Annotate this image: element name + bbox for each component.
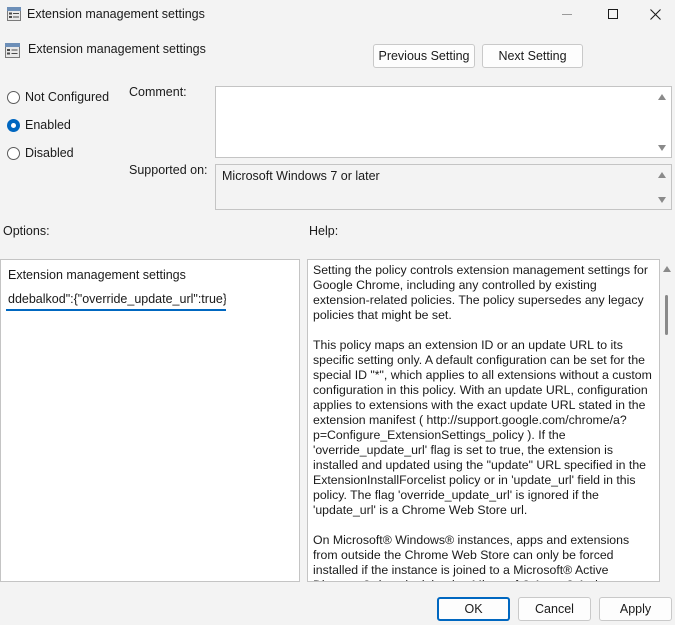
- radio-circle[interactable]: [7, 90, 20, 104]
- help-scrollbar[interactable]: [660, 259, 674, 582]
- supported-on-value: Microsoft Windows 7 or later: [222, 169, 380, 183]
- radio-not-configured[interactable]: Not Configured: [7, 90, 109, 104]
- scroll-down-icon[interactable]: [658, 145, 666, 151]
- help-paragraph: On Microsoft® Windows® instances, apps a…: [313, 533, 630, 581]
- help-text: Setting the policy controls extension ma…: [313, 263, 656, 581]
- radio-circle[interactable]: [7, 118, 20, 132]
- scrollbar-thumb[interactable]: [665, 295, 668, 335]
- minimize-icon: [562, 13, 572, 15]
- radio-enabled[interactable]: Enabled: [7, 118, 71, 132]
- maximize-icon: [608, 9, 618, 19]
- radio-circle[interactable]: [7, 146, 20, 160]
- options-pane-title: Extension management settings: [8, 268, 186, 282]
- maximize-button[interactable]: [590, 0, 636, 28]
- radio-label: Enabled: [25, 118, 71, 132]
- radio-label: Not Configured: [25, 90, 110, 104]
- ok-button[interactable]: OK: [437, 597, 510, 621]
- comment-label: Comment:: [129, 85, 187, 99]
- help-paragraph: Setting the policy controls extension ma…: [313, 263, 648, 322]
- setting-title: Extension management settings: [28, 42, 206, 56]
- scroll-up-icon[interactable]: [658, 172, 666, 178]
- scroll-down-icon[interactable]: [658, 197, 666, 203]
- policy-settings-icon: [5, 43, 20, 58]
- radio-label: Disabled: [25, 146, 74, 160]
- close-icon: [650, 8, 661, 20]
- cancel-button[interactable]: Cancel: [518, 597, 591, 621]
- help-paragraph: This policy maps an extension ID or an u…: [313, 338, 652, 517]
- apply-button[interactable]: Apply: [599, 597, 672, 621]
- scroll-up-icon[interactable]: [663, 266, 671, 272]
- options-label: Options:: [3, 224, 50, 238]
- minimize-button[interactable]: [544, 0, 590, 28]
- radio-disabled[interactable]: Disabled: [7, 146, 74, 160]
- help-label: Help:: [309, 224, 339, 238]
- supported-on-label: Supported on:: [129, 163, 208, 177]
- policy-settings-icon: [7, 7, 21, 21]
- previous-setting-button[interactable]: Previous Setting: [373, 44, 475, 68]
- next-setting-button[interactable]: Next Setting: [482, 44, 583, 68]
- comment-textarea[interactable]: [215, 86, 672, 158]
- scroll-up-icon[interactable]: [658, 94, 666, 100]
- supported-on-field: Microsoft Windows 7 or later: [215, 164, 672, 210]
- extension-settings-input[interactable]: ddebalkod":{"override_update_url":true}}: [6, 290, 226, 311]
- options-pane: Extension management settings ddebalkod"…: [0, 259, 300, 582]
- window-title: Extension management settings: [27, 7, 205, 21]
- help-pane: Setting the policy controls extension ma…: [307, 259, 660, 582]
- close-button[interactable]: [636, 0, 675, 28]
